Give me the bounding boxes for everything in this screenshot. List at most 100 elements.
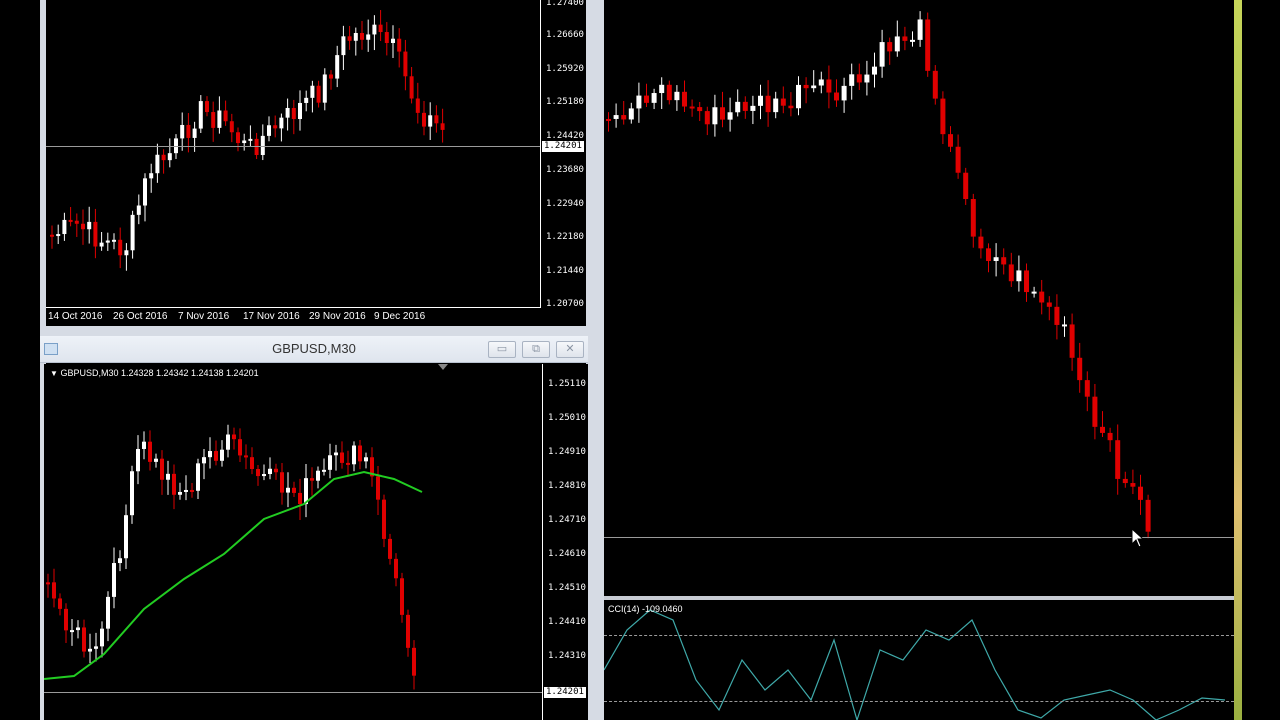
candle-body [428, 115, 433, 127]
candle-body [130, 471, 134, 516]
candle-body [262, 474, 266, 477]
candle-body [382, 499, 386, 539]
candle-body [56, 234, 61, 237]
candle-body [742, 101, 748, 111]
candle-body [409, 76, 414, 99]
candle-body [178, 491, 182, 495]
candle-body [940, 98, 946, 135]
candle-body [415, 98, 420, 113]
candle-body [788, 105, 794, 109]
candle-body [274, 468, 278, 473]
candle-body [292, 487, 296, 493]
candle-body [917, 19, 923, 40]
candle-body [1122, 478, 1128, 484]
candle-body [689, 106, 695, 109]
candle-body [902, 36, 908, 41]
candle-body [340, 452, 344, 463]
price-tick: 1.24410 [548, 617, 586, 627]
close-icon[interactable]: ✕ [556, 341, 584, 358]
candle-body [963, 172, 969, 200]
candle-body [1115, 440, 1121, 479]
collapse-triangle-icon[interactable]: ▼ [50, 369, 58, 378]
candle-body [334, 452, 338, 456]
moving-average-line [44, 470, 423, 680]
candle-body [1039, 291, 1045, 303]
price-tick: 1.25180 [546, 97, 584, 107]
candle-body [803, 84, 809, 89]
candle-body [58, 598, 62, 609]
candle-body [1046, 302, 1052, 307]
candle-body [217, 110, 222, 128]
date-tick: 17 Nov 2016 [243, 311, 300, 322]
candle-body [1100, 426, 1105, 433]
price-tick: 1.21440 [546, 266, 584, 276]
right-edge-strip [1234, 0, 1242, 720]
candle-body [273, 125, 278, 129]
candle-body [1130, 483, 1136, 487]
chart-window-title-bar[interactable]: GBPUSD,M30 ▭ ⧉ ✕ [40, 336, 588, 363]
candle-body [704, 111, 710, 125]
candle-body [1001, 257, 1007, 265]
price-tick: 1.25920 [546, 64, 584, 74]
minimize-icon[interactable]: ▭ [488, 341, 516, 358]
candle-body [106, 596, 110, 629]
top-left-chart[interactable]: 1.27400 1.26660 1.25920 1.25180 1.24420 … [46, 0, 586, 326]
candle-body [613, 115, 619, 119]
candle-body [220, 449, 224, 461]
candle-body [142, 441, 146, 449]
date-tick: 7 Nov 2016 [178, 311, 230, 322]
bottom-left-chart[interactable]: 1.25110 1.25010 1.24910 1.24810 1.24710 … [44, 364, 588, 720]
candle-body [440, 123, 445, 130]
right-chart[interactable] [604, 0, 1234, 596]
candle-body [353, 33, 358, 41]
candle-body [112, 239, 116, 242]
price-tick: 1.24310 [548, 651, 586, 661]
candle-body [394, 558, 398, 579]
cci-level-upper [604, 635, 1234, 636]
price-tick: 1.25010 [548, 413, 586, 423]
candle-body [93, 221, 98, 247]
restore-icon[interactable]: ⧉ [522, 341, 550, 358]
candle-body [360, 33, 364, 40]
candle-body [993, 257, 999, 261]
candle-body [948, 134, 953, 147]
candle-body [130, 214, 135, 251]
candle-body [422, 112, 426, 127]
candle-body [242, 140, 247, 144]
candle-body [826, 79, 832, 93]
cci-indicator-panel[interactable] [604, 600, 1234, 720]
candle-body [628, 108, 634, 120]
candle-body [87, 221, 92, 230]
candle-body [118, 239, 123, 256]
candle-body [82, 627, 86, 652]
bottom-left-price-line [44, 692, 542, 693]
candle-body [978, 236, 984, 249]
candle-body [202, 457, 206, 464]
candle-body [849, 74, 855, 86]
candle-body [364, 457, 368, 462]
candle-body [894, 36, 900, 52]
candle-body [1069, 324, 1075, 358]
price-tick: 1.23680 [546, 165, 584, 175]
price-tick: 1.20700 [546, 299, 584, 309]
candle-body [434, 115, 439, 124]
candle-body [322, 74, 327, 103]
candle-body [46, 582, 50, 585]
candle-body [100, 628, 104, 647]
candle-body [1024, 270, 1029, 293]
top-left-date-axis-line [46, 307, 540, 308]
shift-marker-icon[interactable] [438, 364, 448, 370]
candle-body [316, 85, 321, 103]
candle-body [81, 223, 85, 230]
candle-body [666, 84, 672, 101]
candle-body [256, 468, 260, 477]
candle-body [910, 39, 915, 42]
candle-body [712, 107, 718, 125]
candle-body [328, 455, 332, 470]
candle-body [674, 91, 680, 101]
symbol-info-text: GBPUSD,M30 1.24328 1.24342 1.24138 1.242… [60, 368, 259, 378]
top-left-bottom-border [40, 326, 588, 336]
candle-body [112, 563, 116, 597]
center-frame-border [586, 0, 604, 720]
candle-body [88, 648, 92, 652]
